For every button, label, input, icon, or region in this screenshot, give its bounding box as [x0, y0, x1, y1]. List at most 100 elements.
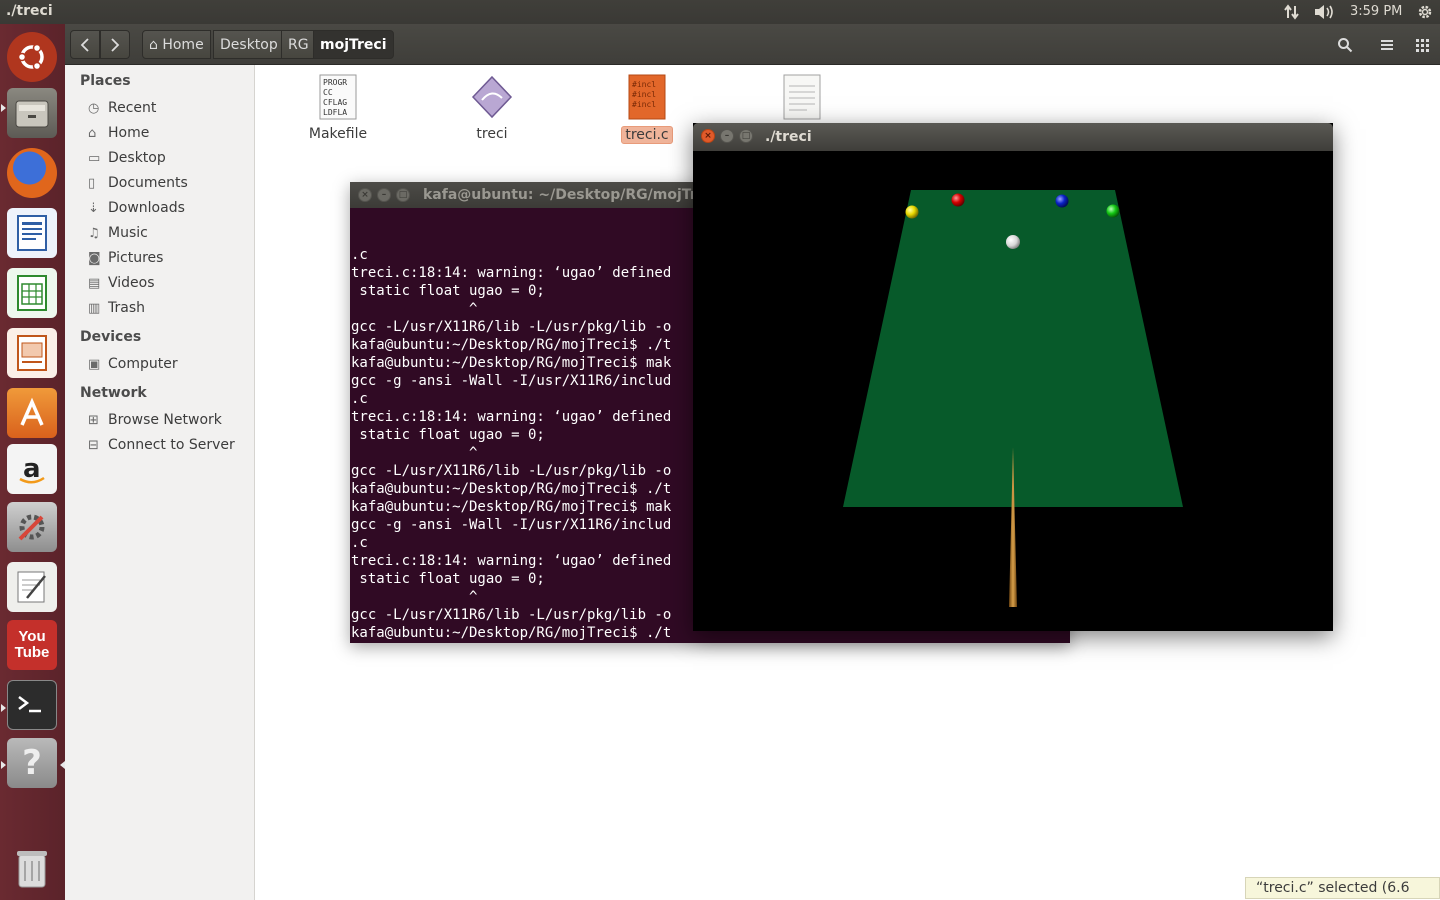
running-indicator — [1, 104, 6, 112]
devices-header: Devices — [80, 329, 142, 345]
youtube-icon[interactable]: You Tube — [7, 620, 57, 670]
volume-icon[interactable] — [1313, 2, 1337, 22]
red-ball — [951, 193, 965, 207]
server-icon: ⊟ — [88, 437, 99, 453]
sidebar-item-music[interactable]: ♫ Music — [88, 222, 148, 244]
download-icon: ⇣ — [88, 200, 99, 216]
libreoffice-impress-icon[interactable] — [7, 328, 57, 378]
close-icon[interactable]: × — [701, 129, 715, 143]
executable-icon — [471, 75, 513, 119]
svg-text:PROGR: PROGR — [323, 78, 347, 87]
help-icon[interactable]: ? — [7, 738, 57, 788]
sidebar-item-downloads[interactable]: ⇣ Downloads — [88, 197, 185, 219]
maximize-icon[interactable]: □ — [396, 188, 410, 202]
c-source-file-icon: #incl #incl #incl — [628, 74, 666, 120]
youtube-label-top: You — [18, 628, 46, 645]
software-center-icon[interactable] — [7, 388, 57, 438]
system-settings-icon[interactable] — [7, 502, 57, 552]
file-item-treci-c[interactable]: #incl #incl #incl treci.c — [602, 74, 692, 144]
treci-title-bar[interactable]: × – □ ./treci — [693, 123, 1333, 151]
firefox-icon[interactable] — [7, 148, 57, 198]
libreoffice-writer-icon[interactable] — [7, 208, 57, 258]
back-button[interactable] — [70, 30, 100, 59]
sidebar-item-browse-network[interactable]: ⊞ Browse Network — [88, 409, 222, 431]
sidebar: Places ◷ Recent ⌂ Home ▭ Desktop ▯ Documents… — [65, 65, 255, 900]
settings-gear-icon[interactable] — [1416, 2, 1434, 22]
minimize-icon[interactable]: – — [377, 188, 391, 202]
svg-text:a: a — [23, 454, 41, 484]
svg-text:#incl: #incl — [632, 100, 656, 109]
terminal-icon[interactable] — [7, 680, 57, 730]
minimize-icon[interactable]: – — [720, 129, 734, 143]
white-cue-ball — [1006, 235, 1020, 249]
forward-button[interactable] — [100, 30, 130, 59]
breadcrumb-rg[interactable]: RG — [281, 30, 316, 59]
clock[interactable]: 3:59 PM — [1350, 4, 1402, 24]
svg-text:CC: CC — [323, 88, 333, 97]
treci-title: ./treci — [765, 129, 812, 145]
clock-icon: ◷ — [88, 100, 100, 116]
file-manager-toolbar: ⌂ Home Desktop RG mojTreci — [65, 24, 1440, 65]
blue-ball — [1055, 194, 1069, 208]
active-window-title: ./treci — [6, 3, 53, 19]
terminal-title: kafa@ubuntu: ~/Desktop/RG/mojTreci — [423, 187, 720, 203]
libreoffice-calc-icon[interactable] — [7, 268, 57, 318]
sidebar-item-home[interactable]: ⌂ Home — [88, 122, 149, 144]
file-label-selected: treci.c — [621, 126, 673, 144]
ubuntu-dash-icon[interactable] — [7, 32, 57, 82]
film-icon: ▤ — [88, 275, 101, 291]
maximize-icon[interactable]: □ — [739, 129, 753, 143]
file-label: Makefile — [308, 126, 368, 142]
top-panel: ./treci 3:59 PM — [0, 0, 1440, 24]
home-icon: ⌂ — [149, 37, 158, 53]
running-indicator — [1, 704, 6, 712]
yellow-ball — [905, 205, 919, 219]
places-header: Places — [80, 73, 131, 89]
document-icon: ▯ — [88, 175, 96, 191]
document-icon — [783, 74, 821, 120]
home-icon: ⌂ — [88, 125, 97, 141]
sidebar-item-computer[interactable]: ▣ Computer — [88, 353, 178, 375]
file-item-treci[interactable]: treci — [447, 74, 537, 142]
sidebar-item-videos[interactable]: ▤ Videos — [88, 272, 155, 294]
files-icon[interactable] — [7, 88, 57, 138]
sidebar-item-documents[interactable]: ▯ Documents — [88, 172, 188, 194]
search-button[interactable] — [1329, 30, 1361, 59]
network-icon[interactable] — [1283, 2, 1301, 22]
breadcrumb-desktop[interactable]: Desktop — [213, 30, 285, 59]
file-label: treci — [476, 126, 508, 142]
trash-icon: ▥ — [88, 300, 101, 316]
grid-view-button[interactable] — [1407, 30, 1437, 59]
launcher: a You Tube ? — [0, 24, 65, 900]
sidebar-item-desktop[interactable]: ▭ Desktop — [88, 147, 166, 169]
trash-icon[interactable] — [7, 842, 57, 892]
network-header: Network — [80, 385, 147, 401]
view-menu-button[interactable] — [1372, 30, 1402, 59]
sidebar-item-pictures[interactable]: ◙ Pictures — [88, 247, 163, 269]
camera-icon: ◙ — [88, 250, 101, 266]
breadcrumb-mojtreci[interactable]: mojTreci — [313, 30, 394, 59]
text-editor-icon[interactable] — [7, 562, 57, 612]
svg-text:#incl: #incl — [632, 80, 656, 89]
sidebar-item-trash[interactable]: ▥ Trash — [88, 297, 145, 319]
amazon-icon[interactable]: a — [7, 444, 57, 494]
file-item-makefile[interactable]: PROGR CC CFLAG LDFLA Makefile — [293, 74, 383, 142]
computer-icon: ▣ — [88, 356, 101, 372]
green-ball — [1106, 204, 1120, 218]
svg-text:LDFLA: LDFLA — [323, 108, 347, 117]
text-file-icon: PROGR CC CFLAG LDFLA — [319, 74, 357, 120]
close-icon[interactable]: × — [358, 188, 372, 202]
svg-text:CFLAG: CFLAG — [323, 98, 347, 107]
svg-text:#incl: #incl — [632, 90, 656, 99]
music-icon: ♫ — [88, 225, 100, 241]
network-icon: ⊞ — [88, 412, 99, 428]
billiard-scene[interactable] — [693, 151, 1333, 631]
sidebar-item-connect-to-server[interactable]: ⊟ Connect to Server — [88, 434, 235, 456]
treci-window[interactable]: × – □ ./treci — [693, 123, 1333, 631]
sidebar-item-recent[interactable]: ◷ Recent — [88, 97, 156, 119]
breadcrumb-home[interactable]: ⌂ Home — [142, 30, 211, 59]
running-indicator — [1, 761, 6, 769]
folder-icon: ▭ — [88, 150, 101, 166]
youtube-label-bottom: Tube — [14, 644, 50, 661]
status-bar: “treci.c” selected (6.6 kB) — [1245, 877, 1440, 899]
